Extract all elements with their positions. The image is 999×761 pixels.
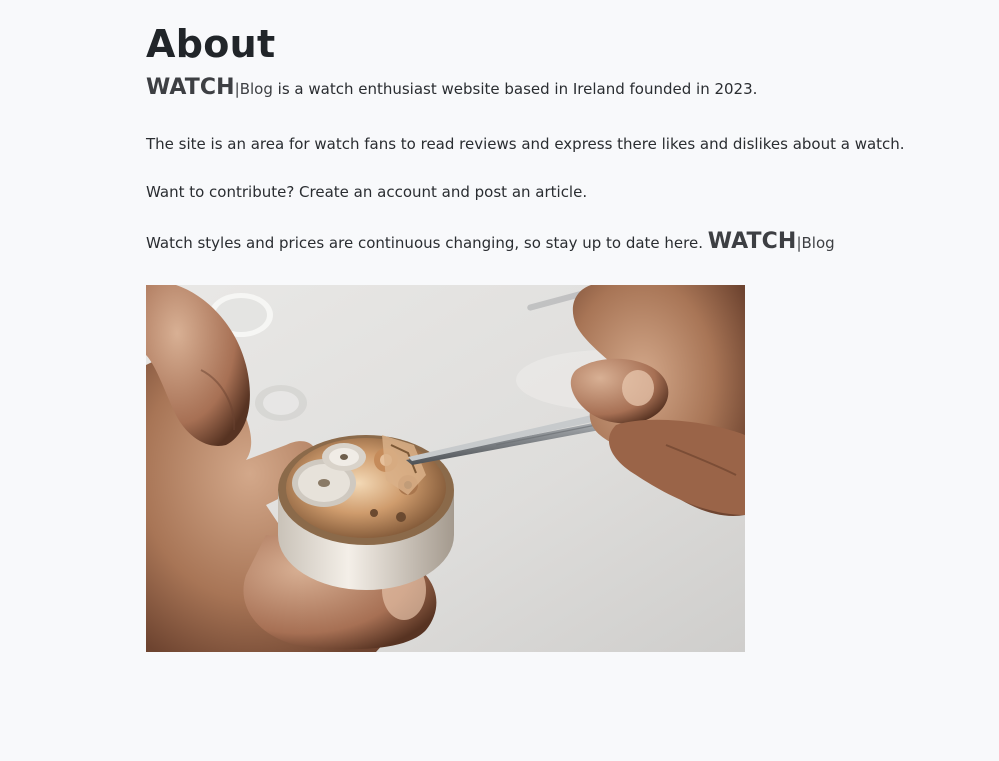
brand-suffix: |Blog [796,234,835,252]
intro-text: is a watch enthusiast website based in I… [272,80,758,98]
brand-name: WATCH [146,75,235,100]
contribute-paragraph: Want to contribute? Create an account an… [146,183,588,201]
stay-updated-text: Watch styles and prices are continuous c… [146,234,708,252]
site-area-paragraph: The site is an area for watch fans to re… [146,135,905,153]
watch-repair-image [146,285,745,652]
intro-paragraph: WATCH|Blog is a watch enthusiast website… [146,75,758,100]
watch-repair-illustration [146,285,745,652]
page-title: About [146,22,276,66]
brand-suffix: |Blog [234,80,273,98]
stay-updated-paragraph: Watch styles and prices are continuous c… [146,229,835,254]
brand-name: WATCH [707,229,797,254]
